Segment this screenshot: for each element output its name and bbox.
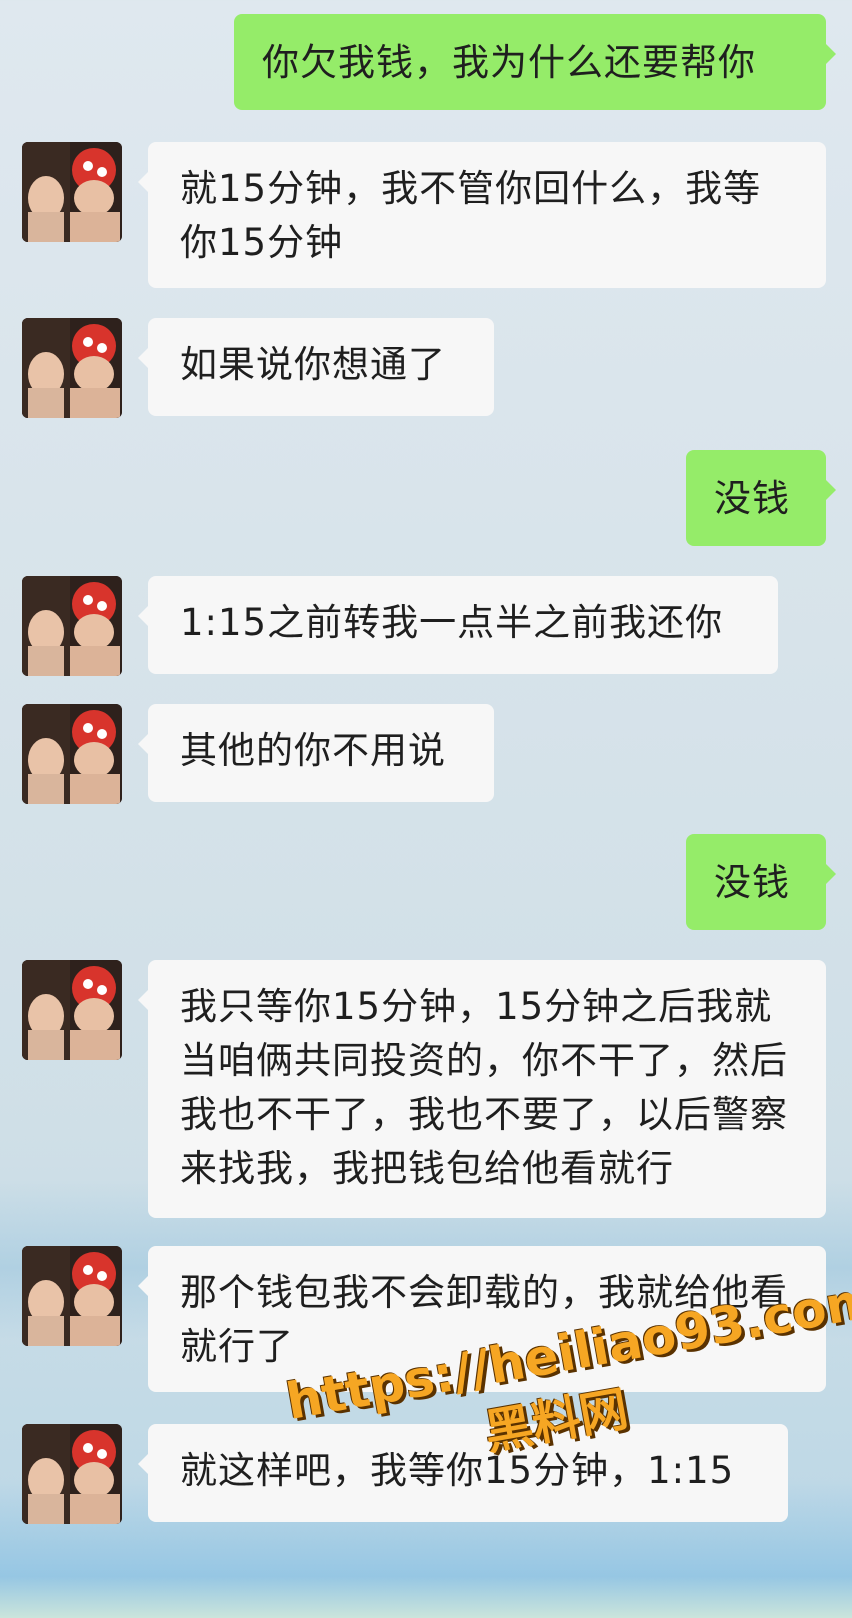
avatar-photo-icon (22, 142, 122, 242)
message-text: 其他的你不用说 (180, 729, 446, 772)
contact-avatar[interactable] (22, 1246, 122, 1346)
message-text: 你欠我钱，我为什么还要帮你 (262, 41, 756, 84)
message-text: 1:15之前转我一点半之前我还你 (180, 601, 724, 644)
message-bubble-received[interactable]: 1:15之前转我一点半之前我还你 (138, 576, 778, 674)
message-bubble-sent[interactable]: 没钱 (686, 450, 836, 546)
avatar-photo-icon (22, 704, 122, 804)
contact-avatar[interactable] (22, 576, 122, 676)
contact-avatar[interactable] (22, 318, 122, 418)
message-bubble-received[interactable]: 就15分钟，我不管你回什么，我等你15分钟 (138, 142, 826, 288)
message-text: 就15分钟，我不管你回什么，我等你15分钟 (180, 167, 762, 264)
message-text: 那个钱包我不会卸载的，我就给他看就行了 (180, 1271, 788, 1368)
message-bubble-received[interactable]: 其他的你不用说 (138, 704, 494, 802)
avatar-photo-icon (22, 576, 122, 676)
message-text: 没钱 (714, 477, 790, 520)
message-text: 就这样吧，我等你15分钟，1:15 (180, 1449, 735, 1492)
avatar-photo-icon (22, 960, 122, 1060)
contact-avatar[interactable] (22, 704, 122, 804)
avatar-photo-icon (22, 1424, 122, 1524)
avatar-photo-icon (22, 1246, 122, 1346)
contact-avatar[interactable] (22, 142, 122, 242)
avatar-photo-icon (22, 318, 122, 418)
contact-avatar[interactable] (22, 1424, 122, 1524)
contact-avatar[interactable] (22, 960, 122, 1060)
message-bubble-received[interactable]: 我只等你15分钟，15分钟之后我就当咱俩共同投资的，你不干了，然后我也不干了，我… (138, 960, 826, 1218)
message-bubble-received[interactable]: 那个钱包我不会卸载的，我就给他看就行了 (138, 1246, 826, 1392)
message-text: 没钱 (714, 861, 790, 904)
message-bubble-sent[interactable]: 你欠我钱，我为什么还要帮你 (234, 14, 836, 110)
message-bubble-received[interactable]: 就这样吧，我等你15分钟，1:15 (138, 1424, 788, 1522)
message-bubble-sent[interactable]: 没钱 (686, 834, 836, 930)
message-text: 如果说你想通了 (180, 343, 446, 386)
message-bubble-received[interactable]: 如果说你想通了 (138, 318, 494, 416)
message-text: 我只等你15分钟，15分钟之后我就当咱俩共同投资的，你不干了，然后我也不干了，我… (180, 985, 788, 1190)
